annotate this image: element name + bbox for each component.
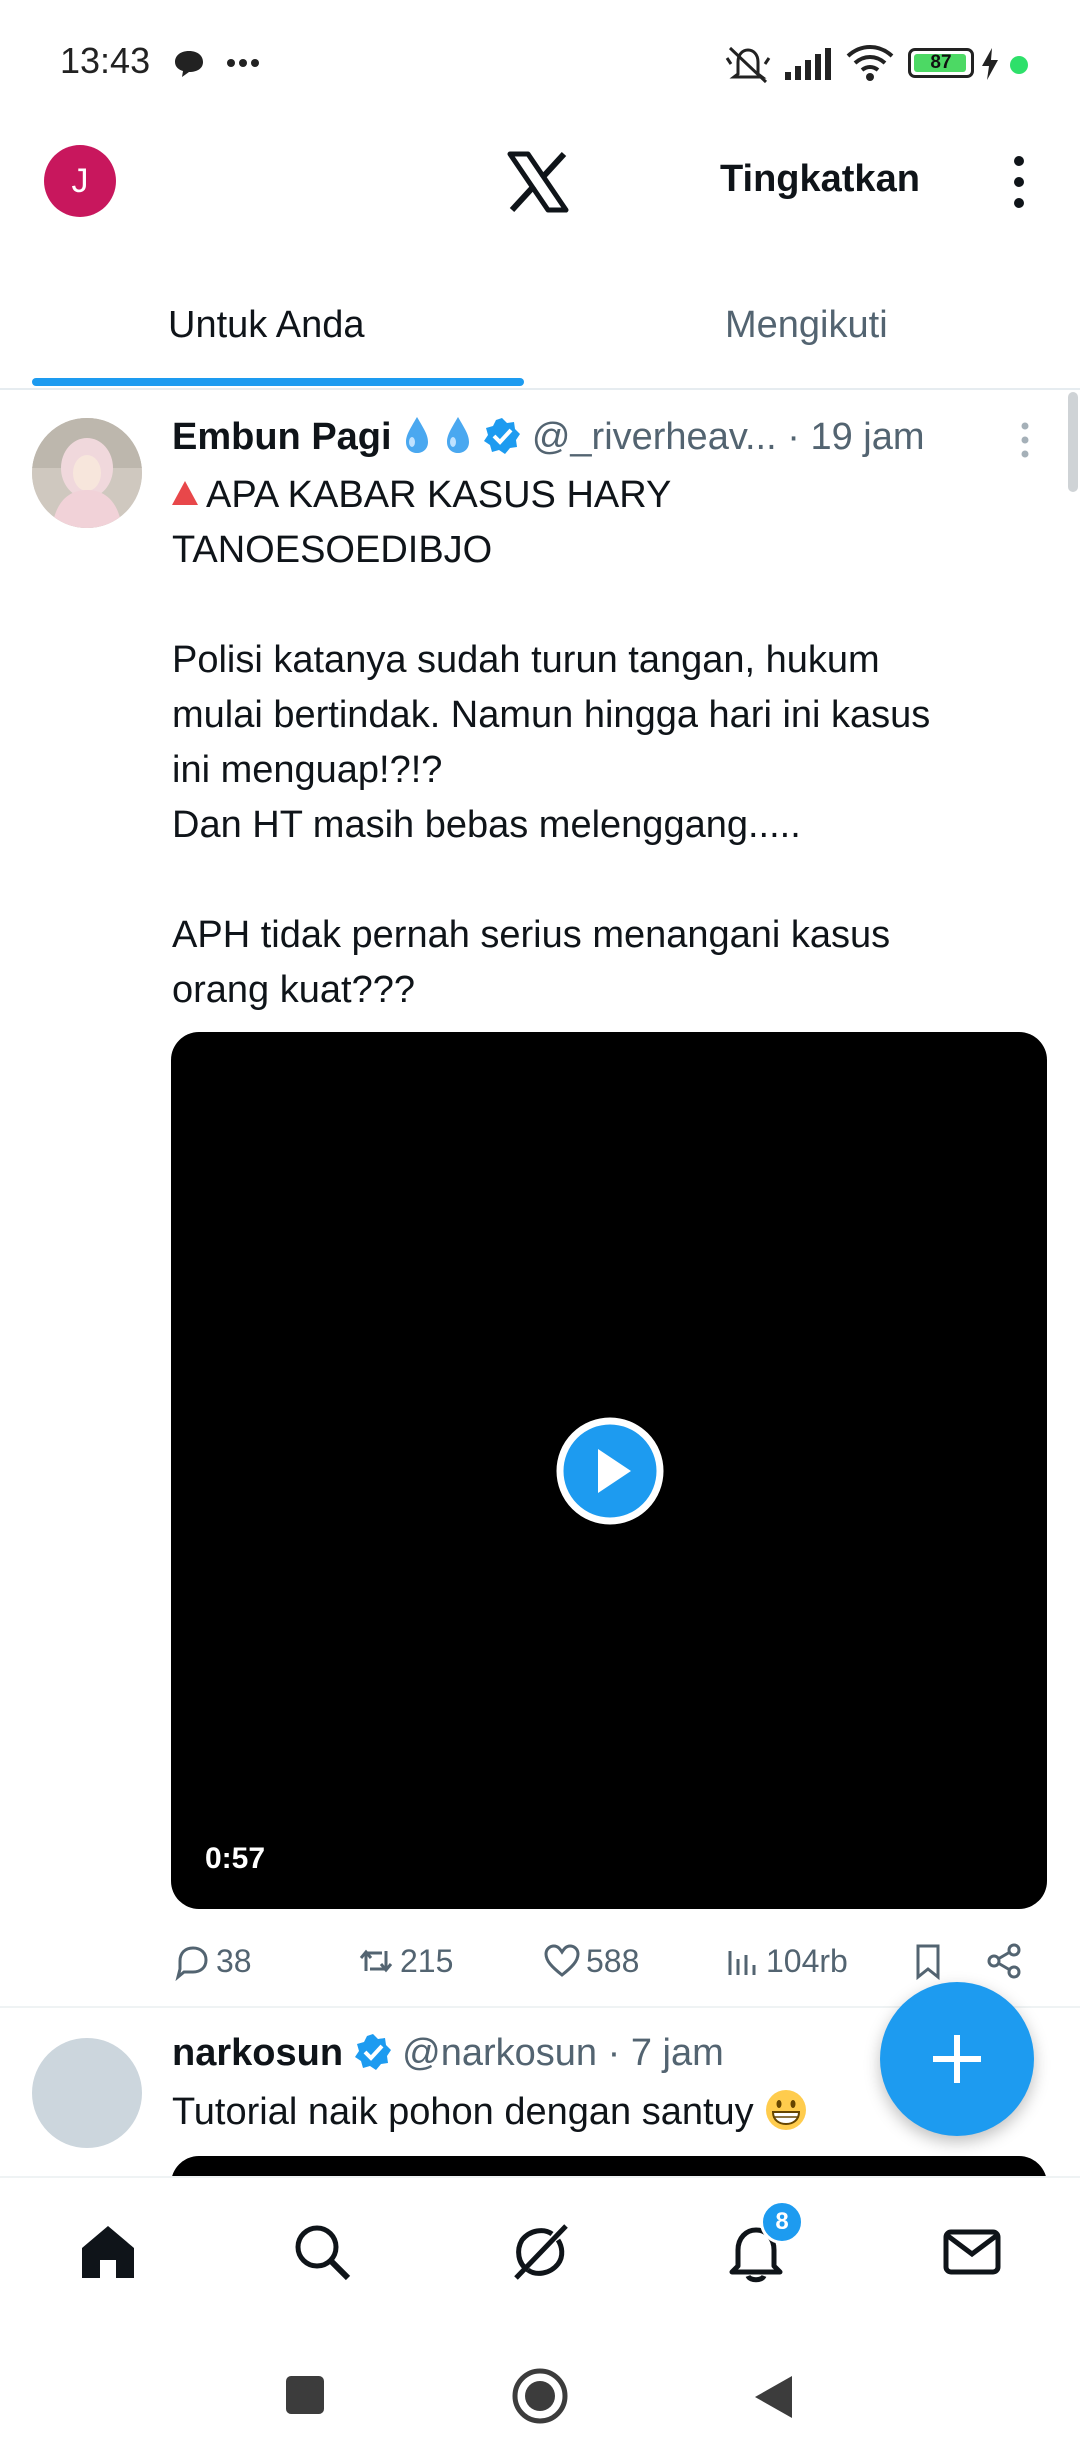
- signal-icon: [785, 48, 831, 80]
- plus-icon: [933, 2035, 981, 2083]
- nav-grok[interactable]: [508, 2220, 572, 2284]
- chat-bubble-icon: [175, 51, 203, 77]
- charging-icon: [982, 48, 998, 80]
- back-icon[interactable]: [752, 2374, 794, 2420]
- video-player[interactable]: 0:57: [171, 1032, 1047, 1909]
- repost-count: 215: [400, 1942, 454, 1979]
- repost-button[interactable]: 215: [356, 1936, 453, 1986]
- active-tab-indicator: [32, 378, 524, 386]
- views-button[interactable]: 104rb: [722, 1936, 848, 1986]
- privacy-indicator: [1010, 56, 1028, 74]
- tweet-text: APA KABAR KASUS HARY TANOESOEDIBJO Polis…: [172, 468, 1052, 1018]
- more-options-icon[interactable]: [1004, 152, 1034, 212]
- scrollbar[interactable]: [1068, 392, 1078, 492]
- wifi-icon: [846, 45, 894, 81]
- author-avatar[interactable]: [32, 2038, 142, 2148]
- tweet-line: TANOESOEDIBJO: [172, 529, 493, 571]
- tab-for-you[interactable]: Untuk Anda: [168, 304, 364, 347]
- profile-avatar-button[interactable]: J: [44, 145, 116, 217]
- share-button[interactable]: [984, 1936, 1028, 1986]
- battery-icon: 87: [908, 48, 974, 78]
- tweet-line: ini menguap!?!?: [172, 749, 443, 791]
- home-icon: [82, 2226, 134, 2278]
- views-icon: [728, 1951, 756, 1975]
- video-duration: 0:57: [205, 1842, 266, 1875]
- droplet-emoji-icon: [406, 417, 429, 453]
- tweet-line: orang kuat???: [172, 969, 415, 1011]
- nav-home[interactable]: [76, 2220, 140, 2284]
- top-header: J Tingkatkan: [0, 130, 1080, 230]
- search-icon: [295, 2225, 351, 2281]
- tweet-actions: 38 215 588 104rb: [172, 1936, 1032, 1986]
- like-count: 588: [586, 1942, 640, 1979]
- bookmark-button[interactable]: [908, 1936, 952, 1986]
- red-triangle-icon: [172, 481, 198, 505]
- repost-icon: [359, 1949, 393, 1973]
- tweet-time: · 7 jam: [607, 2032, 724, 2074]
- status-time: 13:43: [60, 40, 151, 81]
- compose-post-button[interactable]: [880, 1982, 1034, 2136]
- tweet-line: APA KABAR KASUS HARY: [172, 468, 1052, 523]
- tweet-text: Tutorial naik pohon dengan santuy: [172, 2088, 808, 2134]
- reply-button[interactable]: 38: [172, 1936, 252, 1986]
- x-logo-icon: [507, 151, 569, 213]
- more-dots-icon: [227, 59, 259, 67]
- play-button-icon[interactable]: [555, 1416, 665, 1526]
- heart-icon: [544, 1944, 580, 1977]
- author-handle[interactable]: @narkosun: [402, 2032, 597, 2074]
- status-bar: 13:43 87: [0, 0, 1080, 130]
- tweet-line: [172, 578, 1052, 633]
- nav-notifications[interactable]: 8: [724, 2200, 804, 2284]
- nav-messages[interactable]: [940, 2220, 1004, 2284]
- author-name[interactable]: narkosun: [172, 2032, 343, 2074]
- like-button[interactable]: 588: [542, 1936, 639, 1986]
- system-navigation: [0, 2332, 1080, 2460]
- share-icon: [987, 1943, 1021, 1979]
- verified-badge-icon: [484, 418, 521, 454]
- grok-icon: [514, 2224, 568, 2280]
- reply-count: 38: [216, 1942, 252, 1979]
- tweet-line: [172, 853, 1052, 908]
- verified-badge-icon: [354, 2034, 391, 2070]
- author-avatar[interactable]: [32, 418, 142, 528]
- battery-percent: 87: [930, 52, 952, 73]
- messages-icon: [943, 2229, 1001, 2275]
- home-circle-icon[interactable]: [512, 2368, 568, 2424]
- notification-badge: 8: [760, 2200, 804, 2244]
- mute-icon: [725, 46, 771, 84]
- tweet-header: Embun Pagi @_riverheav... · 19 jam: [172, 415, 1012, 465]
- author-handle[interactable]: @_riverheav...: [532, 416, 777, 458]
- tab-following[interactable]: Mengikuti: [725, 304, 888, 347]
- tweet-header: narkosun @narkosun · 7 jam: [172, 2032, 724, 2075]
- recents-icon[interactable]: [284, 2374, 326, 2416]
- nav-search[interactable]: [290, 2220, 354, 2284]
- upgrade-button[interactable]: Tingkatkan: [720, 158, 920, 201]
- grinning-face-emoji-icon: [766, 2090, 807, 2130]
- tweet-line: Dan HT masih bebas melenggang.....: [172, 804, 801, 846]
- views-count: 104rb: [766, 1942, 848, 1979]
- avatar-photo: [32, 418, 142, 528]
- tweet-line: APH tidak pernah serius menangani kasus: [172, 914, 891, 956]
- reply-icon: [175, 1946, 208, 1981]
- tweet-time: · 19 jam: [787, 416, 925, 458]
- bottom-navigation: 8: [0, 2176, 1080, 2332]
- tweet-line: mulai bertindak. Namun hingga hari ini k…: [172, 694, 931, 736]
- bookmark-icon: [916, 1944, 940, 1981]
- timeline-tabs: Untuk Anda Mengikuti: [0, 290, 1080, 390]
- tweet-more-icon[interactable]: [1018, 420, 1032, 460]
- author-name[interactable]: Embun Pagi: [172, 416, 392, 458]
- tweet-line: Polisi katanya sudah turun tangan, hukum: [172, 639, 880, 681]
- droplet-emoji-icon: [446, 417, 469, 453]
